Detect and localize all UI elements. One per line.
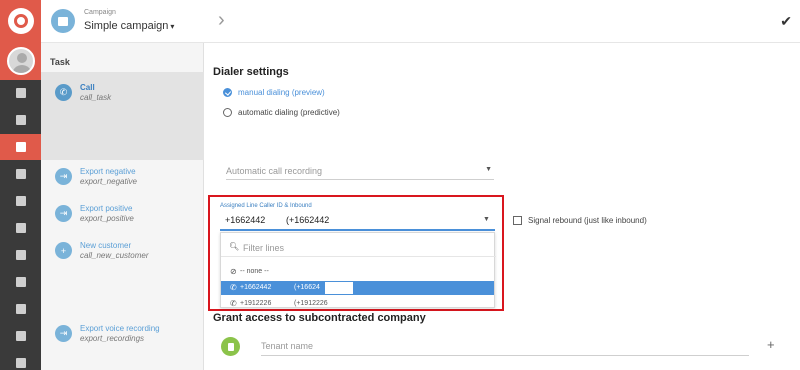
plus-circle-icon: + [55, 242, 72, 259]
caller-id-dropdown: 🔍︎ Filter lines ⊘ -- none -- ✆ +1662442 … [220, 232, 496, 311]
document-icon[interactable] [0, 215, 41, 241]
caller-id-underline [220, 229, 495, 231]
caret-down-icon: ▾ [170, 22, 175, 31]
tenant-name-input[interactable] [261, 336, 749, 356]
task-title: Export voice recording [80, 324, 160, 333]
search-icon: 🔍︎ [229, 242, 240, 251]
export-icon: ⇥ [55, 325, 72, 342]
database-icon[interactable] [0, 242, 41, 268]
task-item-export-positive[interactable]: ⇥ Export positive export_positive [41, 201, 204, 237]
dropdown-option-line-2[interactable]: ✆ +1912226 (+1912226 [221, 297, 494, 311]
list-icon[interactable] [0, 188, 41, 214]
none-icon: ⊘ [230, 267, 237, 276]
call-recording-select[interactable]: Automatic call recording ▼ [226, 160, 494, 180]
filter-lines-field[interactable]: 🔍︎ Filter lines [221, 237, 496, 257]
task-title: New customer [80, 241, 132, 250]
dropdown-option-line-1[interactable]: ✆ +1662442 (+16624 [221, 281, 494, 295]
task-header: Task [50, 57, 70, 67]
tenant-icon [221, 337, 240, 356]
radio-checked-icon[interactable] [223, 88, 232, 97]
logo-icon [7, 8, 34, 34]
radio-unchecked-icon[interactable] [223, 108, 232, 117]
signal-rebound-checkbox[interactable]: Signal rebound (just like inbound) [513, 216, 647, 225]
top-bar: › ✔ [204, 0, 800, 43]
save-check-icon[interactable]: ✔ [780, 13, 792, 30]
task-title: Export positive [80, 204, 133, 213]
task-subtitle: call_new_customer [80, 251, 149, 260]
radio-label: manual dialing (preview) [238, 88, 325, 97]
task-item-new-customer[interactable]: + New customer call_new_customer [41, 238, 204, 274]
caret-down-icon: ▼ [485, 166, 492, 173]
caller-id-value-name[interactable]: (+1662442 [286, 215, 329, 225]
headset-icon[interactable] [0, 296, 41, 322]
task-item-call[interactable]: ✆ Call call_task [41, 80, 204, 116]
phone-icon: ✆ [55, 84, 72, 101]
phone-icon: ✆ [230, 283, 237, 292]
campaign-icon [51, 9, 75, 33]
icon-rail [0, 0, 41, 370]
redaction-mask [325, 282, 353, 294]
task-panel: Campaign Simple campaign ▾ Task ✆ Call ca… [41, 0, 204, 370]
task-title: Call [80, 83, 95, 92]
task-item-export-negative[interactable]: ⇥ Export negative export_negative [41, 164, 204, 200]
task-subtitle: export_positive [80, 214, 134, 223]
add-tenant-button[interactable]: + [767, 337, 775, 352]
option-label: -- none -- [240, 268, 269, 275]
dropdown-option-none[interactable]: ⊘ -- none -- [221, 265, 494, 279]
campaign-header: Campaign Simple campaign ▾ [41, 0, 204, 43]
chevron-right-icon[interactable]: › [218, 9, 225, 32]
option-number: +1912226 [240, 300, 272, 307]
checkbox-icon[interactable] [513, 216, 522, 225]
archive-icon[interactable] [0, 107, 41, 133]
radio-label: automatic dialing (predictive) [238, 108, 340, 117]
phone-icon[interactable] [0, 323, 41, 349]
avatar-icon [6, 47, 35, 75]
select-placeholder: Automatic call recording [226, 166, 323, 176]
caller-id-label: Assigned Line Caller ID & Inbound [220, 203, 312, 209]
layers-icon[interactable] [0, 134, 41, 160]
filter-placeholder: Filter lines [243, 243, 285, 253]
campaign-caption: Campaign [84, 9, 116, 16]
task-subtitle: call_task [80, 93, 112, 102]
radio-automatic-dialing[interactable]: automatic dialing (predictive) [223, 108, 340, 117]
task-subtitle: export_recordings [80, 334, 145, 343]
task-title: Export negative [80, 167, 136, 176]
caller-id-value-number[interactable]: +1662442 [225, 215, 265, 225]
campaign-name: Simple campaign [84, 20, 169, 32]
task-subtitle: export_negative [80, 177, 137, 186]
caret-down-icon[interactable]: ▼ [483, 216, 490, 223]
app-logo[interactable] [0, 0, 41, 42]
dashboard-icon[interactable] [0, 80, 41, 106]
radio-manual-dialing[interactable]: manual dialing (preview) [223, 88, 325, 97]
task-item-export-voice-recording[interactable]: ⇥ Export voice recording export_recordin… [41, 321, 204, 357]
contacts-icon[interactable] [0, 161, 41, 187]
grant-access-title: Grant access to subcontracted company [213, 312, 426, 324]
campaign-selector[interactable]: Simple campaign ▾ [84, 20, 174, 32]
phone-icon: ✆ [230, 299, 237, 308]
chart-icon[interactable] [0, 269, 41, 295]
option-number: +1662442 [240, 284, 272, 291]
user-icon[interactable] [0, 350, 41, 370]
dialer-settings-title: Dialer settings [213, 66, 289, 78]
option-name: (+1912226 [294, 300, 328, 307]
option-name: (+16624 [294, 284, 320, 291]
export-icon: ⇥ [55, 205, 72, 222]
main-content: › ✔ Dialer settings manual dialing (prev… [204, 0, 800, 370]
user-avatar[interactable] [0, 42, 41, 80]
export-icon: ⇥ [55, 168, 72, 185]
signal-rebound-label: Signal rebound (just like inbound) [528, 216, 647, 225]
